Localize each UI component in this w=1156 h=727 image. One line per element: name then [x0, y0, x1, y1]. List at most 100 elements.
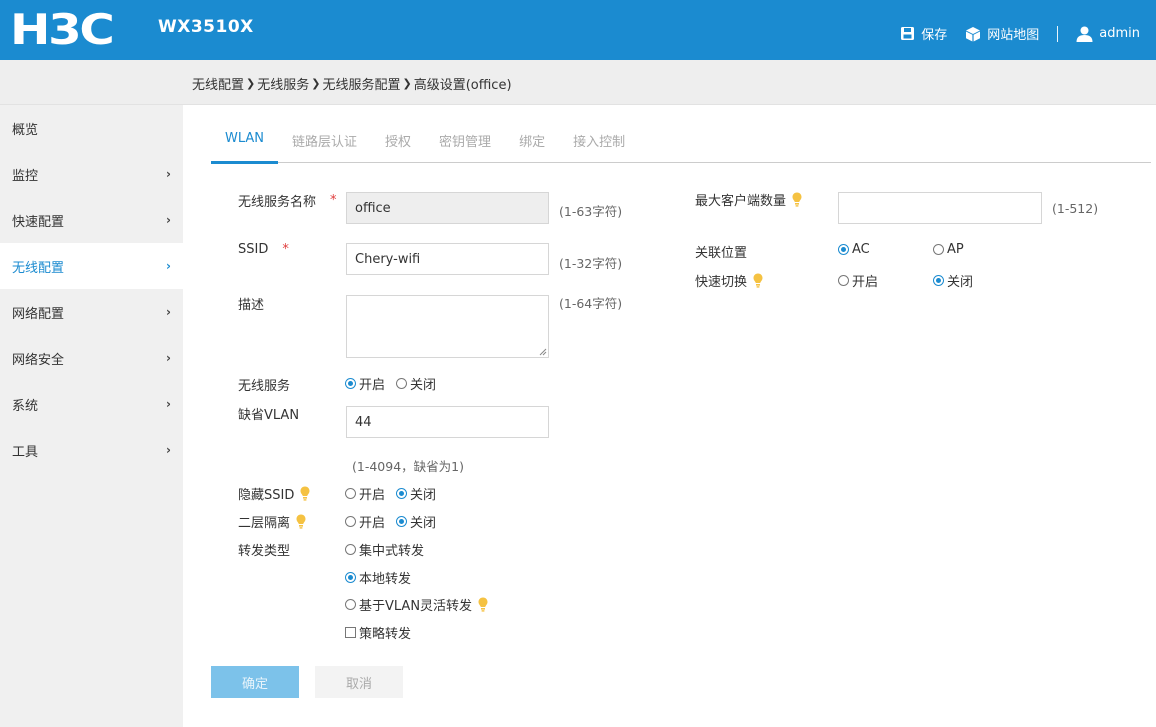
forward-vlan-flexible-radio[interactable]: 基于VLAN灵活转发: [345, 595, 488, 614]
radio-label: 集中式转发: [359, 544, 425, 559]
max-clients-input[interactable]: [838, 192, 1042, 224]
fast-roaming-off-radio[interactable]: 关闭: [933, 271, 973, 290]
sidebar-item-label: 工具: [12, 444, 39, 460]
checkbox-label: 策略转发: [359, 627, 412, 642]
ssid-input[interactable]: Chery-wifi: [346, 243, 549, 275]
lightbulb-tip-icon[interactable]: [753, 273, 763, 288]
chevron-right-icon: ›: [166, 213, 171, 227]
chevron-right-icon: ›: [166, 305, 171, 319]
radio-label: 开启: [359, 488, 386, 503]
chevron-right-icon: ❯: [402, 77, 412, 90]
tab-authorization[interactable]: 授权: [371, 127, 425, 162]
user-menu[interactable]: admin: [1076, 26, 1140, 42]
forward-centralized-radio[interactable]: 集中式转发: [345, 540, 424, 559]
hide-ssid-on-radio[interactable]: 开启: [345, 484, 385, 503]
sidebar-item-overview[interactable]: 概览: [0, 105, 183, 151]
breadcrumb-bar: 无线配置 ❯ 无线服务 ❯ 无线服务配置 ❯ 高级设置(office): [0, 60, 1156, 105]
ssid-label: SSID *: [238, 242, 289, 257]
service-name-label: 无线服务名称 *: [238, 191, 337, 210]
ssid-hint: (1-32字符): [559, 256, 623, 271]
radio-unchecked-icon: [345, 544, 356, 555]
tab-link-auth[interactable]: 链路层认证: [278, 127, 371, 162]
fast-roaming-label-text: 快速切换: [695, 275, 748, 290]
max-clients-label-text: 最大客户端数量: [695, 194, 787, 209]
header-actions: 保存 网站地图 admin: [900, 24, 1140, 43]
forward-local-radio[interactable]: 本地转发: [345, 568, 411, 587]
radio-unchecked-icon: [838, 275, 849, 286]
hide-ssid-off-radio[interactable]: 关闭: [396, 484, 436, 503]
wireless-service-on-radio[interactable]: 开启: [345, 374, 385, 393]
breadcrumb-current: 高级设置(office): [413, 78, 512, 93]
chevron-right-icon: ›: [166, 167, 171, 181]
radio-label: 开启: [359, 516, 386, 531]
radio-label: 开启: [852, 275, 879, 290]
lightbulb-tip-icon[interactable]: [478, 597, 488, 612]
l2-isolation-label-text: 二层隔离: [238, 516, 291, 531]
lightbulb-tip-icon[interactable]: [300, 486, 310, 501]
tab-access-control[interactable]: 接入控制: [559, 127, 639, 162]
sidebar-item-network-config[interactable]: 网络配置 ›: [0, 289, 183, 335]
l2-isolation-on-radio[interactable]: 开启: [345, 512, 385, 531]
sidebar-item-tools[interactable]: 工具 ›: [0, 427, 183, 473]
wireless-service-label: 无线服务: [238, 379, 291, 394]
fast-roaming-label: 快速切换: [695, 271, 763, 290]
tab-binding[interactable]: 绑定: [505, 127, 559, 162]
tab-bar: WLAN 链路层认证 授权 密钥管理 绑定 接入控制: [211, 127, 1151, 164]
radio-checked-icon: [345, 378, 356, 389]
sidebar-item-wireless-config[interactable]: 无线配置 ›: [0, 243, 183, 289]
l2-isolation-off-radio[interactable]: 关闭: [396, 512, 436, 531]
hide-ssid-label: 隐藏SSID: [238, 484, 310, 503]
sitemap-button[interactable]: 网站地图: [965, 24, 1039, 43]
sidebar-item-label: 概览: [12, 122, 39, 138]
breadcrumb-item[interactable]: 无线服务配置: [322, 74, 400, 93]
radio-unchecked-icon: [345, 599, 356, 610]
radio-label: 关闭: [410, 516, 437, 531]
resize-grip-icon[interactable]: [539, 348, 547, 356]
sidebar: 概览 监控 › 快速配置 › 无线配置 › 网络配置 › 网络安全 › 系统 › 工具 ›: [0, 105, 183, 727]
radio-label: AC: [852, 242, 870, 257]
radio-unchecked-icon: [345, 488, 356, 499]
forward-type-label: 转发类型: [238, 544, 291, 559]
required-mark: *: [330, 193, 337, 208]
assoc-location-ac-radio[interactable]: AC: [838, 242, 870, 257]
policy-forward-checkbox[interactable]: 策略转发: [345, 623, 411, 642]
cube-icon: [966, 26, 981, 41]
service-name-hint: (1-63字符): [559, 204, 623, 219]
breadcrumb-item[interactable]: 无线服务: [257, 74, 309, 93]
assoc-location-ap-radio[interactable]: AP: [933, 242, 964, 257]
sidebar-item-quick-config[interactable]: 快速配置 ›: [0, 197, 183, 243]
confirm-button[interactable]: 确定: [211, 666, 299, 698]
main-panel: WLAN 链路层认证 授权 密钥管理 绑定 接入控制 无线服务名称 * offic…: [183, 105, 1156, 727]
fast-roaming-on-radio[interactable]: 开启: [838, 271, 878, 290]
sidebar-item-label: 网络安全: [12, 352, 65, 368]
lightbulb-tip-icon[interactable]: [792, 192, 802, 207]
sidebar-item-network-security[interactable]: 网络安全 ›: [0, 335, 183, 381]
radio-label: AP: [947, 242, 964, 257]
default-vlan-hint: (1-4094，缺省为1): [352, 459, 464, 474]
cancel-button[interactable]: 取消: [315, 666, 403, 698]
service-name-label-text: 无线服务名称: [238, 195, 317, 210]
h3c-logo: H3C: [10, 9, 115, 51]
lightbulb-tip-icon[interactable]: [296, 514, 306, 529]
radio-label: 开启: [359, 378, 386, 393]
sidebar-item-system[interactable]: 系统 ›: [0, 381, 183, 427]
logo-text: H3C: [10, 5, 115, 54]
description-textarea[interactable]: [346, 295, 549, 358]
save-button[interactable]: 保存: [900, 24, 947, 43]
sitemap-label: 网站地图: [987, 28, 1040, 43]
tab-wlan[interactable]: WLAN: [211, 127, 279, 164]
description-hint: (1-64字符): [559, 296, 623, 311]
sidebar-item-label: 网络配置: [12, 306, 65, 322]
service-name-input[interactable]: office: [346, 192, 549, 224]
required-mark: *: [282, 242, 289, 257]
tab-key-management[interactable]: 密钥管理: [425, 127, 505, 162]
default-vlan-input[interactable]: 44: [346, 406, 549, 438]
radio-unchecked-icon: [933, 244, 944, 255]
sidebar-item-monitor[interactable]: 监控 ›: [0, 151, 183, 197]
user-icon: [1076, 26, 1093, 42]
radio-label: 关闭: [947, 275, 974, 290]
radio-label: 基于VLAN灵活转发: [359, 599, 473, 614]
breadcrumb-item[interactable]: 无线配置: [192, 74, 244, 93]
wireless-service-off-radio[interactable]: 关闭: [396, 374, 436, 393]
chevron-right-icon: ›: [166, 397, 171, 411]
